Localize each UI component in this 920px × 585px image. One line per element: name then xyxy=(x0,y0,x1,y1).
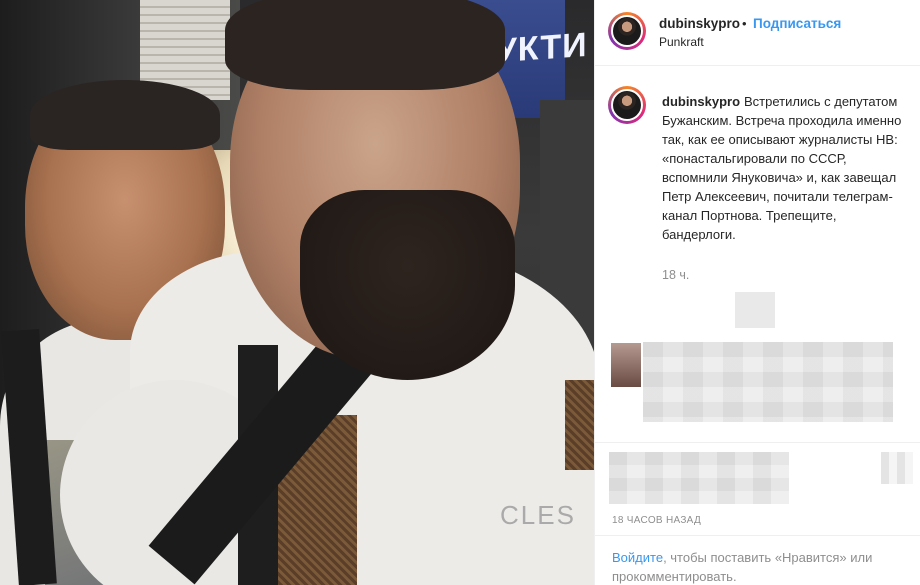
caption-text: Встретились с депутатом Бужанским. Встре… xyxy=(662,94,902,242)
photo-shirt-glitter-edge xyxy=(565,380,594,470)
caption-avatar[interactable] xyxy=(608,86,646,124)
photo-left-person-hair xyxy=(30,80,220,150)
blurred-comment-1 xyxy=(643,342,893,422)
login-divider xyxy=(595,535,920,536)
author-avatar-image xyxy=(611,15,643,47)
photo-shirt-text: CLES xyxy=(500,500,576,530)
post-header: dubinskypro • Подписаться Punkraft xyxy=(595,0,920,66)
post-time-ago[interactable]: 18 часов назад xyxy=(612,515,701,526)
follow-button[interactable]: Подписаться xyxy=(753,16,841,31)
photo-beard xyxy=(300,190,515,380)
caption-text-block: dubinskypro Встретились с депутатом Бужан… xyxy=(662,92,910,244)
photo-right-person-hair xyxy=(225,0,505,90)
post-side-panel: dubinskypro • Подписаться Punkraft dubin… xyxy=(594,0,920,585)
caption-avatar-image xyxy=(611,89,643,121)
blurred-avatar-1 xyxy=(735,292,775,328)
post-photo[interactable]: ДУКТИ CLES xyxy=(0,0,594,585)
blurred-comment-2 xyxy=(609,452,789,504)
caption-username[interactable]: dubinskypro xyxy=(662,94,740,109)
caption-time[interactable]: 18 ч. xyxy=(662,268,689,282)
header-separator: • xyxy=(742,16,747,31)
blurred-avatar-2 xyxy=(611,343,641,387)
author-username[interactable]: dubinskypro xyxy=(659,16,740,31)
blurred-separator xyxy=(595,442,920,443)
login-prompt: Войдите, чтобы поставить «Нравится» или … xyxy=(612,548,902,585)
post-location[interactable]: Punkraft xyxy=(659,35,704,49)
blurred-icon xyxy=(881,452,913,484)
author-avatar[interactable] xyxy=(608,12,646,50)
login-link[interactable]: Войдите xyxy=(612,550,663,565)
